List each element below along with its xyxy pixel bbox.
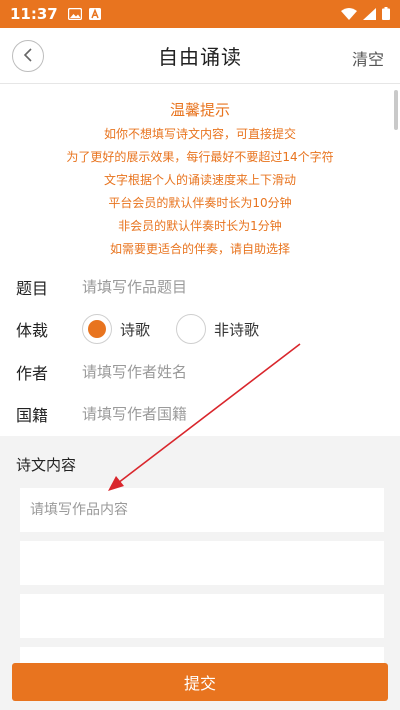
- signal-icon: [363, 5, 376, 24]
- submit-button[interactable]: 提交: [12, 663, 388, 701]
- scrollbar[interactable]: [394, 90, 398, 130]
- genre-label: 体裁: [16, 321, 49, 340]
- status-bar: 11:37: [0, 0, 400, 28]
- content-line-input[interactable]: [20, 488, 384, 532]
- genre-option-non-poetry[interactable]: 非诗歌: [176, 314, 259, 344]
- author-row: 作者: [0, 351, 400, 393]
- tips-line: 如你不想填写诗文内容，可直接提交: [103, 127, 296, 141]
- nav-bar: 自由诵读 清空: [0, 28, 400, 84]
- tips-line: 如需要更适合的伴奏，请自助选择: [109, 242, 290, 256]
- nationality-input[interactable]: [82, 405, 372, 423]
- content-line-box: [20, 594, 384, 638]
- content-line-input[interactable]: [20, 541, 384, 585]
- tips-line: 平台会员的默认伴奏时长为10分钟: [108, 196, 292, 210]
- status-time: 11:37: [10, 5, 58, 23]
- radio-dot: [88, 320, 106, 338]
- genre-row: 体裁 诗歌 非诗歌: [0, 308, 400, 350]
- battery-icon: [382, 5, 390, 24]
- page-title: 自由诵读: [158, 45, 242, 69]
- nationality-row: 国籍: [0, 393, 400, 435]
- chevron-left-icon: [23, 47, 33, 66]
- content-line-input[interactable]: [20, 594, 384, 638]
- image-icon: [67, 5, 82, 24]
- title-input[interactable]: [82, 278, 372, 296]
- tips-title: 温馨提示: [169, 101, 230, 119]
- tips-line: 非会员的默认伴奏时长为1分钟: [118, 219, 282, 233]
- radio-selected[interactable]: [82, 314, 112, 344]
- content-line-box: [20, 541, 384, 585]
- content-line-box: [20, 488, 384, 532]
- tips-line: 文字根据个人的诵读速度来上下滑动: [103, 173, 296, 187]
- back-button[interactable]: [12, 40, 44, 72]
- nationality-label: 国籍: [16, 406, 49, 425]
- tips-panel: 温馨提示 如你不想填写诗文内容，可直接提交 为了更好的展示效果，每行最好不要超过…: [0, 85, 400, 261]
- genre-option-poetry[interactable]: 诗歌: [82, 314, 150, 344]
- content-label: 诗文内容: [16, 456, 77, 474]
- wifi-icon: [341, 5, 357, 24]
- title-row: 题目: [0, 266, 400, 308]
- tips-line: 为了更好的展示效果，每行最好不要超过14个字符: [66, 150, 334, 164]
- author-label: 作者: [16, 364, 49, 383]
- genre-option-label: 诗歌: [120, 320, 151, 339]
- radio-unselected[interactable]: [176, 314, 207, 344]
- genre-option-label: 非诗歌: [214, 320, 260, 339]
- a-icon: [88, 5, 101, 24]
- title-label: 题目: [16, 279, 49, 298]
- author-input[interactable]: [82, 363, 372, 381]
- status-right-icons: [341, 5, 390, 24]
- clear-button[interactable]: 清空: [352, 46, 384, 70]
